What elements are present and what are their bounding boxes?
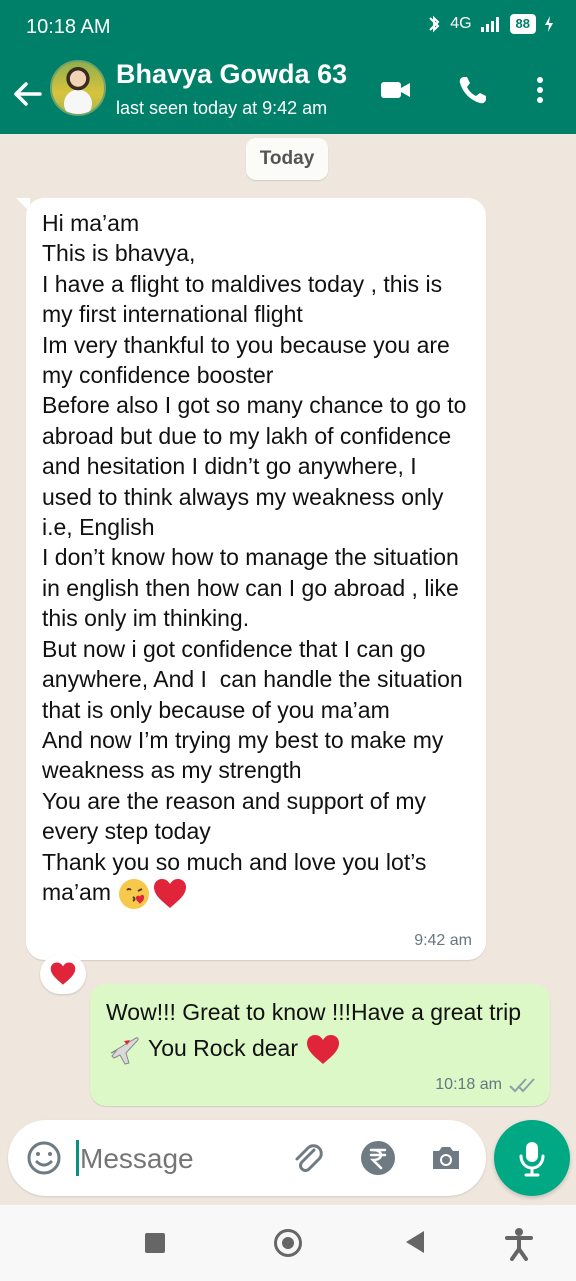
back-arrow-icon[interactable] xyxy=(8,74,48,114)
video-call-icon[interactable] xyxy=(378,72,414,108)
heart-reaction-icon xyxy=(50,962,76,985)
incoming-message-time: 9:42 am xyxy=(414,932,472,949)
camera-icon[interactable] xyxy=(428,1140,464,1176)
avatar[interactable] xyxy=(50,60,106,116)
bluetooth-icon xyxy=(429,15,440,33)
signal-icon xyxy=(480,17,499,32)
home-button[interactable] xyxy=(274,1229,302,1257)
message-input[interactable] xyxy=(78,1138,272,1180)
status-bar: 10:18 AM 4G 88 xyxy=(0,0,576,56)
outgoing-message[interactable]: Wow!!! Great to know !!!Have a great tri… xyxy=(90,984,550,1106)
chat-header: Bhavya Gowda 63 last seen today at 9:42 … xyxy=(0,56,576,134)
airplane-emoji-icon xyxy=(110,1037,139,1065)
red-heart-emoji-icon xyxy=(307,1034,340,1064)
microphone-icon xyxy=(519,1142,545,1177)
emoji-icon[interactable] xyxy=(26,1140,62,1176)
incoming-message-body: Hi ma’am This is bhavya, I have a flight… xyxy=(42,210,467,906)
recent-apps-button[interactable] xyxy=(145,1233,165,1253)
incoming-message[interactable]: Hi ma’am This is bhavya, I have a flight… xyxy=(16,198,486,960)
incoming-message-text: Hi ma’am This is bhavya, I have a flight… xyxy=(42,208,472,911)
chat-area[interactable]: Today Hi ma’am This is bhavya, I have a … xyxy=(0,134,576,1134)
rupee-icon[interactable] xyxy=(360,1140,396,1176)
message-composer xyxy=(8,1120,486,1196)
voice-call-icon[interactable] xyxy=(455,72,491,108)
double-check-icon xyxy=(509,1078,535,1093)
attachment-icon[interactable] xyxy=(288,1138,326,1176)
battery-indicator: 88 xyxy=(509,14,536,34)
last-seen-status: last seen today at 9:42 am xyxy=(116,98,328,118)
heart-reaction[interactable] xyxy=(40,954,86,994)
outgoing-message-part-2: You Rock dear xyxy=(147,1035,299,1061)
system-navigation-bar xyxy=(0,1204,576,1281)
outgoing-message-time: 10:18 am xyxy=(435,1076,502,1093)
date-chip: Today xyxy=(246,138,328,180)
voice-message-button[interactable] xyxy=(494,1120,570,1196)
accessibility-icon[interactable] xyxy=(502,1227,536,1261)
status-icons: 4G 88 xyxy=(426,14,554,34)
red-heart-emoji-icon xyxy=(154,878,187,908)
network-type: 4G xyxy=(450,15,472,32)
outgoing-message-text: Wow!!! Great to know !!!Have a great tri… xyxy=(106,994,526,1067)
contact-name[interactable]: Bhavya Gowda 63 xyxy=(116,59,347,90)
back-button[interactable] xyxy=(406,1231,424,1253)
kissing-face-emoji-icon xyxy=(119,878,150,909)
outgoing-message-meta: 10:18 am xyxy=(435,1076,536,1094)
charging-icon xyxy=(545,16,553,32)
outgoing-message-part-1: Wow!!! Great to know !!!Have a great tri… xyxy=(106,999,522,1025)
more-options-icon[interactable] xyxy=(522,72,558,108)
status-time: 10:18 AM xyxy=(26,16,111,38)
